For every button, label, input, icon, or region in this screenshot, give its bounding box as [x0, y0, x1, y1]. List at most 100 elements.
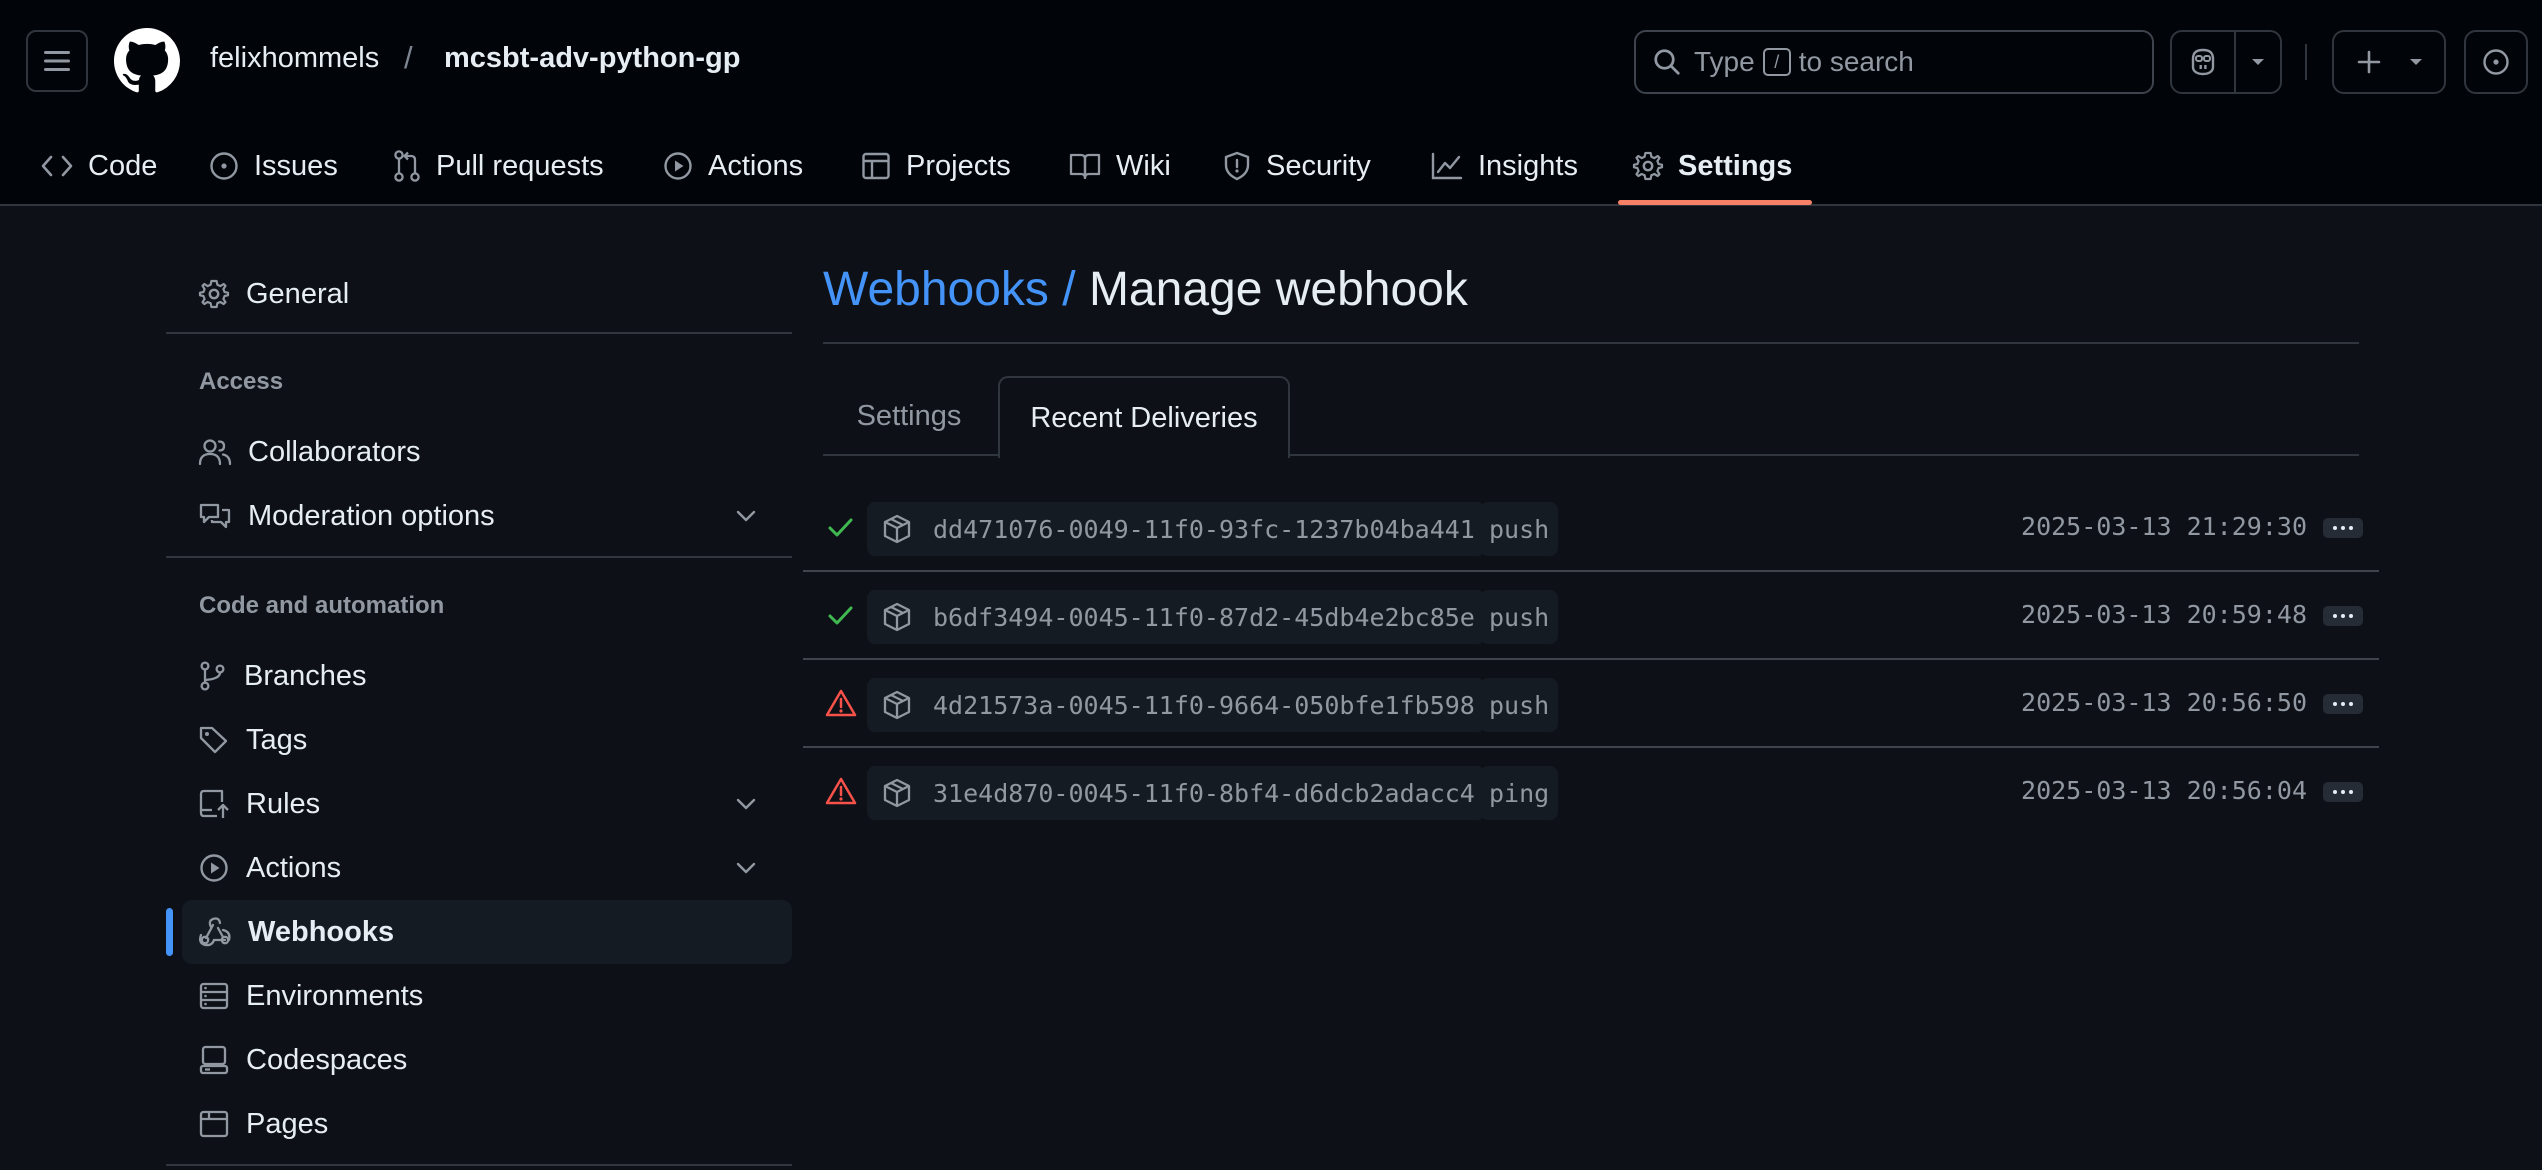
tab-actions[interactable]: Actions	[662, 126, 803, 206]
tab-pull-requests[interactable]: Pull requests	[392, 126, 604, 206]
delivery-row[interactable]: b6df3494-0045-11f0-87d2-45db4e2bc85e pus…	[803, 572, 2379, 660]
sidebar-divider	[166, 556, 792, 558]
event-badge: ping	[1480, 766, 1559, 820]
sidebar-item-label: Collaborators	[248, 435, 421, 468]
kebab-horizontal-icon	[2333, 790, 2337, 794]
search-input[interactable]: Type / to search	[1634, 30, 2154, 94]
codespaces-icon	[199, 1045, 229, 1075]
triangle-down-icon	[2409, 59, 2422, 65]
settings-sidebar: General Access Collaborators Moderation …	[166, 206, 792, 1170]
sidebar-item-label: Codespaces	[246, 1043, 408, 1076]
comment-discussion-icon	[199, 503, 231, 529]
delivery-guid-text: 4d21573a-0045-11f0-9664-050bfe1fb598	[933, 690, 1475, 720]
more-options-button[interactable]	[2323, 694, 2363, 714]
sidebar-item-branches[interactable]: Branches	[182, 644, 792, 708]
sidebar-item-label: Moderation options	[248, 499, 495, 532]
repo-nav: Code Issues Pull requests Actions Projec…	[0, 126, 2542, 206]
package-icon	[883, 514, 911, 544]
tab-projects[interactable]: Projects	[860, 126, 1011, 206]
server-icon	[199, 982, 229, 1010]
delivery-row[interactable]: 31e4d870-0045-11f0-8bf4-d6dcb2adacc4 pin…	[803, 748, 2379, 836]
sidebar-item-label: Webhooks	[248, 915, 395, 948]
more-options-button[interactable]	[2323, 518, 2363, 538]
tab-insights[interactable]: Insights	[1430, 126, 1578, 206]
repo-name-link[interactable]: mcsbt-adv-python-gp	[444, 42, 740, 75]
sidebar-item-label: Environments	[246, 979, 424, 1012]
gear-icon	[198, 279, 230, 309]
your-issues-button[interactable]	[2464, 30, 2528, 94]
github-logo-icon[interactable]	[114, 28, 180, 94]
tab-label: Issues	[254, 149, 338, 182]
more-options-button[interactable]	[2323, 782, 2363, 802]
webhook-icon	[198, 917, 231, 947]
breadcrumb-webhooks-link[interactable]: Webhooks /	[823, 263, 1076, 316]
tab-issues[interactable]: Issues	[208, 126, 338, 206]
gear-icon	[1632, 151, 1664, 181]
tab-label: Wiki	[1116, 149, 1171, 182]
search-suffix: to search	[1798, 46, 1914, 77]
book-icon	[1069, 153, 1101, 180]
sidebar-item-general[interactable]: General	[182, 262, 792, 326]
tab-recent-deliveries[interactable]: Recent Deliveries	[998, 376, 1290, 458]
sidebar-item-tags[interactable]: Tags	[182, 708, 792, 772]
sidebar-item-rules[interactable]: Rules	[182, 772, 792, 836]
sidebar-item-moderation-options[interactable]: Moderation options	[182, 484, 792, 548]
git-branch-icon	[200, 661, 225, 691]
graph-icon	[1431, 152, 1463, 180]
tab-settings[interactable]: Settings	[1632, 126, 1792, 206]
delivery-guid[interactable]: b6df3494-0045-11f0-87d2-45db4e2bc85e	[867, 590, 1485, 644]
create-new-button[interactable]	[2332, 30, 2446, 94]
delivery-timestamp: 2025-03-13 20:59:48	[2021, 600, 2307, 629]
git-pull-request-icon	[394, 150, 420, 182]
sidebar-item-pages[interactable]: Pages	[182, 1092, 792, 1156]
sidebar-divider	[166, 1164, 792, 1166]
menu-button[interactable]	[26, 30, 88, 92]
copilot-button[interactable]	[2172, 32, 2236, 92]
sidebar-heading-code-automation: Code and automation	[199, 592, 445, 619]
tab-label: Pull requests	[436, 149, 604, 182]
people-icon	[198, 439, 232, 466]
page-title: Webhooks / Manage webhook	[823, 262, 1468, 317]
check-icon	[828, 606, 853, 625]
tab-security[interactable]: Security	[1222, 126, 1371, 206]
kebab-horizontal-icon	[2333, 526, 2337, 530]
tab-wiki[interactable]: Wiki	[1068, 126, 1171, 206]
chevron-down-icon	[736, 510, 756, 522]
delivery-guid[interactable]: 4d21573a-0045-11f0-9664-050bfe1fb598	[867, 678, 1485, 732]
kebab-horizontal-icon	[2333, 702, 2337, 706]
active-tab-indicator	[1618, 200, 1812, 205]
chevron-down-icon	[736, 862, 756, 874]
browser-icon	[199, 1110, 229, 1138]
delivery-timestamp: 2025-03-13 20:56:50	[2021, 688, 2307, 717]
sidebar-item-label: Rules	[246, 787, 321, 820]
play-icon	[200, 854, 228, 882]
sidebar-divider	[166, 332, 792, 334]
delivery-guid[interactable]: dd471076-0049-11f0-93fc-1237b04ba441	[867, 502, 1485, 556]
package-icon	[883, 602, 911, 632]
sidebar-item-webhooks[interactable]: Webhooks	[182, 900, 792, 964]
tab-label: Security	[1266, 149, 1371, 182]
tab-label: Actions	[708, 149, 804, 182]
tab-webhook-settings[interactable]: Settings	[823, 376, 995, 456]
tab-code[interactable]: Code	[40, 126, 157, 206]
sidebar-item-actions[interactable]: Actions	[182, 836, 792, 900]
delivery-timestamp: 2025-03-13 21:29:30	[2021, 512, 2307, 541]
search-prefix: Type	[1694, 46, 1755, 77]
copilot-button-group	[2170, 30, 2282, 94]
triangle-down-icon	[2252, 59, 2264, 65]
sidebar-item-collaborators[interactable]: Collaborators	[182, 420, 792, 484]
sidebar-item-environments[interactable]: Environments	[182, 964, 792, 1028]
delivery-row[interactable]: 4d21573a-0045-11f0-9664-050bfe1fb598 pus…	[803, 660, 2379, 748]
repo-owner-link[interactable]: felixhommels	[210, 42, 379, 75]
delivery-guid[interactable]: 31e4d870-0045-11f0-8bf4-d6dcb2adacc4	[867, 766, 1485, 820]
delivery-row[interactable]: dd471076-0049-11f0-93fc-1237b04ba441 pus…	[803, 484, 2379, 572]
issue-opened-icon	[210, 152, 238, 180]
more-options-button[interactable]	[2323, 606, 2363, 626]
issue-opened-icon	[2483, 49, 2509, 75]
copilot-dropdown-button[interactable]	[2236, 32, 2280, 92]
copilot-icon	[2191, 48, 2215, 76]
sidebar-item-codespaces[interactable]: Codespaces	[182, 1028, 792, 1092]
sidebar-active-indicator	[166, 908, 173, 956]
delivery-timestamp: 2025-03-13 20:56:04	[2021, 776, 2307, 805]
play-icon	[664, 152, 692, 180]
